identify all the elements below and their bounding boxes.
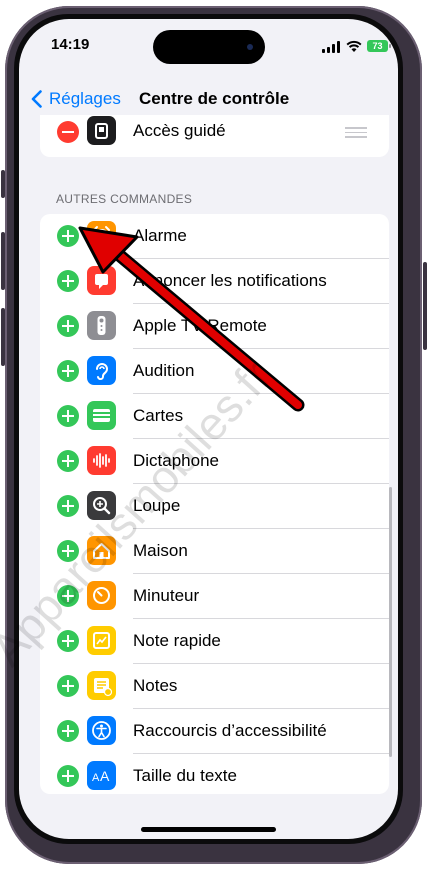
camera-dot (247, 44, 253, 50)
add-button[interactable] (57, 495, 79, 517)
included-controls-list: Accès guidé (40, 115, 389, 157)
reorder-handle-icon[interactable] (345, 127, 367, 138)
dynamic-island (153, 30, 265, 64)
status-bar: 14:19 73 (19, 19, 398, 69)
add-button[interactable] (57, 315, 79, 337)
add-button[interactable] (57, 630, 79, 652)
list-item-label: Raccourcis d’accessibilité (133, 721, 327, 740)
more-controls-list: Alarme Annoncer les notifications Apple … (40, 214, 389, 794)
list-item-label: Taille du texte (133, 766, 237, 785)
home-icon (87, 536, 116, 565)
list-item-taille-texte[interactable]: AA Taille du texte (40, 754, 389, 794)
list-item-label: Annoncer les notifications (133, 271, 327, 290)
list-item-dictaphone[interactable]: Dictaphone (40, 439, 389, 484)
apple-tv-remote-icon (87, 311, 116, 340)
voice-memos-icon (87, 446, 116, 475)
accessibility-icon (87, 716, 116, 745)
list-item-loupe[interactable]: Loupe (40, 484, 389, 529)
svg-text:A: A (100, 768, 110, 784)
add-button[interactable] (57, 270, 79, 292)
list-item-raccourcis-accessibilite[interactable]: Raccourcis d’accessibilité (40, 709, 389, 754)
list-item-alarme[interactable]: Alarme (40, 214, 389, 259)
list-item-label: Apple TV Remote (133, 316, 267, 335)
side-button (423, 262, 427, 350)
silent-switch (1, 170, 5, 198)
list-item-guided-access: Accès guidé (40, 115, 389, 157)
add-button[interactable] (57, 540, 79, 562)
timer-icon (87, 581, 116, 610)
list-item-audition[interactable]: Audition (40, 349, 389, 394)
list-item-label: Loupe (133, 496, 181, 515)
volume-up-button (1, 232, 5, 290)
add-button[interactable] (57, 585, 79, 607)
add-button[interactable] (57, 675, 79, 697)
status-time: 14:19 (51, 36, 90, 53)
chevron-left-icon (31, 90, 42, 108)
page-title: Centre de contrôle (139, 89, 290, 108)
guided-access-icon (87, 116, 116, 145)
screen: 14:19 73 Réglages Centre de contrôle Acc… (19, 19, 398, 839)
back-button[interactable]: Réglages (31, 89, 121, 109)
list-item-notes[interactable]: Notes (40, 664, 389, 709)
section-header: AUTRES COMMANDES (56, 192, 193, 206)
text-size-icon: AA (87, 761, 116, 790)
svg-text:A: A (92, 772, 100, 784)
ear-icon (87, 356, 116, 385)
list-item-maison[interactable]: Maison (40, 529, 389, 574)
quick-note-icon (87, 626, 116, 655)
list-item-label: Dictaphone (133, 451, 220, 470)
list-item-annoncer-notifications[interactable]: Annoncer les notifications (40, 259, 389, 304)
add-button[interactable] (57, 405, 79, 427)
alarm-icon (87, 221, 116, 250)
back-label: Réglages (49, 89, 121, 108)
volume-down-button (1, 308, 5, 366)
list-item-label: Note rapide (133, 631, 221, 650)
wallet-icon (87, 401, 116, 430)
battery-indicator: 73 (367, 40, 391, 52)
notes-icon (87, 671, 116, 700)
add-button[interactable] (57, 765, 79, 787)
list-item-apple-tv-remote[interactable]: Apple TV Remote (40, 304, 389, 349)
add-button[interactable] (57, 360, 79, 382)
announce-notifications-icon (87, 266, 116, 295)
magnifier-icon (87, 491, 116, 520)
add-button[interactable] (57, 225, 79, 247)
add-button[interactable] (57, 720, 79, 742)
list-item-label: Accès guidé (133, 121, 226, 140)
remove-button[interactable] (57, 121, 79, 143)
list-item-minuteur[interactable]: Minuteur (40, 574, 389, 619)
list-item-label: Maison (133, 541, 188, 560)
wifi-icon (346, 40, 362, 52)
home-indicator[interactable] (141, 827, 276, 832)
list-item-label: Notes (133, 676, 178, 695)
scroll-indicator[interactable] (389, 487, 392, 757)
list-item-label: Minuteur (133, 586, 200, 605)
cellular-signal-icon (322, 41, 342, 53)
add-button[interactable] (57, 450, 79, 472)
list-item-label: Cartes (133, 406, 184, 425)
list-item-note-rapide[interactable]: Note rapide (40, 619, 389, 664)
list-item-cartes[interactable]: Cartes (40, 394, 389, 439)
navigation-bar: Réglages Centre de contrôle (19, 79, 398, 119)
list-item-label: Audition (133, 361, 195, 380)
list-item-label: Alarme (133, 226, 187, 245)
